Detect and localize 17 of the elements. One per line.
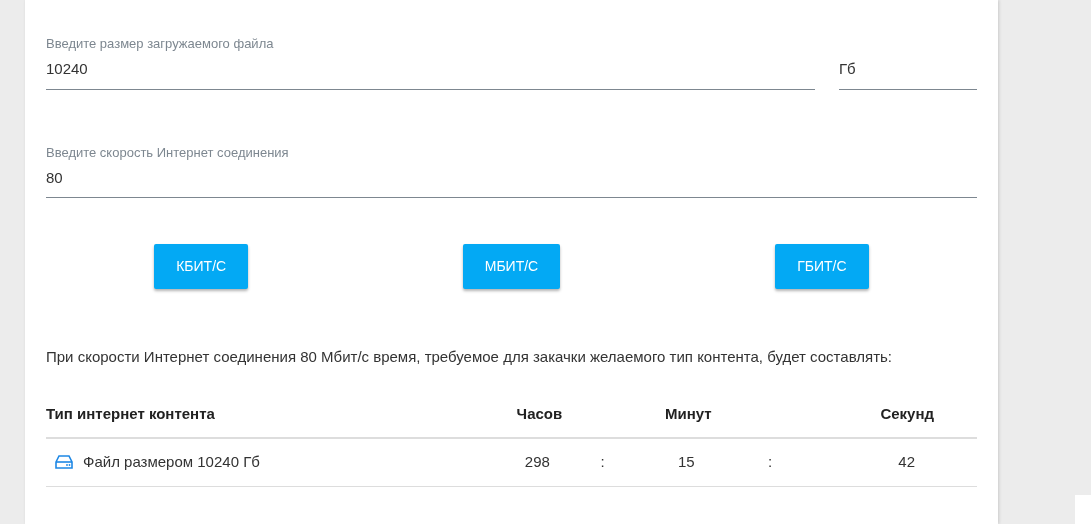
- table-cell-text: 15: [676, 452, 696, 473]
- result-text: При скорости Интернет соединения 80 Мбит/с время, требуемое для закачки желаемого тип контента, будет составлять:: [46, 347, 893, 367]
- column-header: Секунд: [880, 404, 934, 422]
- field-label: Введите размер загружаемого файла: [46, 36, 275, 52]
- input-field[interactable]: 10240: [46, 52, 815, 90]
- unit-field[interactable]: Гб: [839, 52, 977, 90]
- table-cell-text: 298: [523, 452, 551, 473]
- column-header: Минут: [665, 404, 712, 422]
- input-field[interactable]: 80: [46, 160, 977, 198]
- hard-drive-icon: [54, 454, 74, 471]
- field-label: Введите скорость Интернет соединения: [46, 144, 290, 161]
- table-cell: 42: [898, 453, 915, 471]
- separator-text: :: [768, 452, 773, 473]
- table-cell-text: Файл размером 10240 Гб: [83, 452, 260, 472]
- column-header: Тип интернет контента: [46, 404, 215, 422]
- separator-text: :: [600, 452, 605, 473]
- column-header: Часов: [516, 404, 563, 422]
